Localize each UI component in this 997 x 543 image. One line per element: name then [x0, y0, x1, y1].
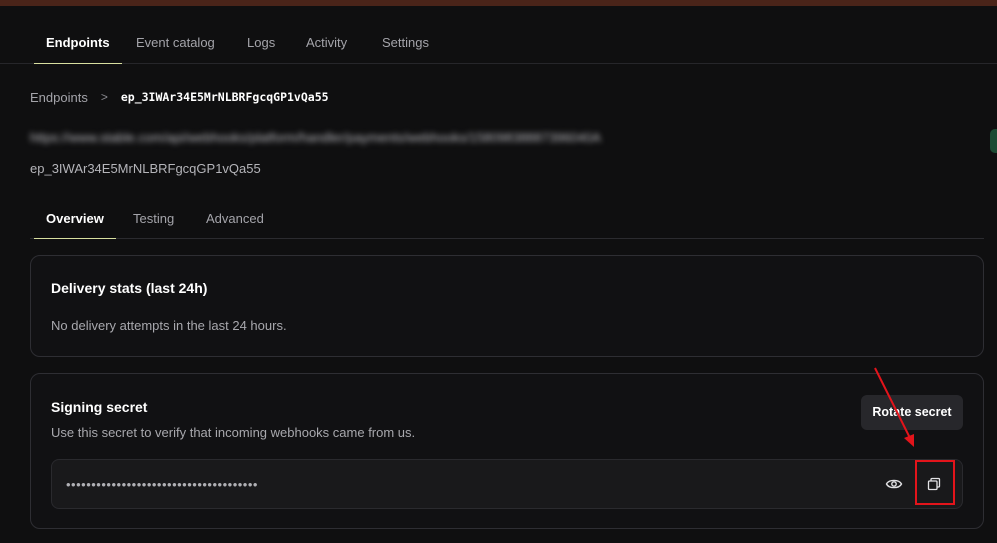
secret-value-masked: ••••••••••••••••••••••••••••••••••••••	[66, 477, 258, 492]
tab-overview[interactable]: Overview	[34, 204, 116, 239]
status-badge	[990, 129, 997, 153]
breadcrumb: Endpoints > ep_3IWAr34E5MrNLBRFgcqGP1vQa…	[30, 88, 329, 106]
tab-advanced[interactable]: Advanced	[206, 204, 264, 238]
main-nav: Endpoints Event catalog Logs Activity Se…	[0, 6, 997, 64]
tab-logs[interactable]: Logs	[247, 6, 275, 64]
chevron-right-icon: >	[100, 90, 108, 104]
eye-icon[interactable]	[880, 471, 908, 497]
signing-secret-description: Use this secret to verify that incoming …	[51, 425, 416, 440]
delivery-stats-card: Delivery stats (last 24h) No delivery at…	[30, 255, 984, 357]
signing-secret-card: Signing secret Use this secret to verify…	[30, 373, 984, 529]
secret-field: ••••••••••••••••••••••••••••••••••••••	[51, 459, 963, 509]
delivery-stats-title: Delivery stats (last 24h)	[51, 280, 208, 296]
breadcrumb-endpoints-link[interactable]: Endpoints	[30, 90, 88, 105]
delivery-stats-message: No delivery attempts in the last 24 hour…	[51, 318, 287, 333]
tab-endpoints[interactable]: Endpoints	[34, 6, 122, 64]
endpoint-id: ep_3IWAr34E5MrNLBRFgcqGP1vQa55	[30, 161, 261, 176]
tab-testing[interactable]: Testing	[133, 204, 174, 238]
tab-activity[interactable]: Activity	[306, 6, 347, 64]
rotate-secret-button[interactable]: Rotate secret	[861, 395, 963, 430]
signing-secret-title: Signing secret	[51, 399, 148, 415]
copy-icon[interactable]	[920, 471, 948, 497]
tab-event-catalog[interactable]: Event catalog	[136, 6, 215, 64]
endpoint-url: https://www.stable.com/api/webhooks/plat…	[30, 130, 601, 145]
tab-settings[interactable]: Settings	[382, 6, 429, 64]
sub-tabs: Overview Testing Advanced	[30, 204, 984, 239]
breadcrumb-current: ep_3IWAr34E5MrNLBRFgcqGP1vQa55	[120, 90, 329, 104]
